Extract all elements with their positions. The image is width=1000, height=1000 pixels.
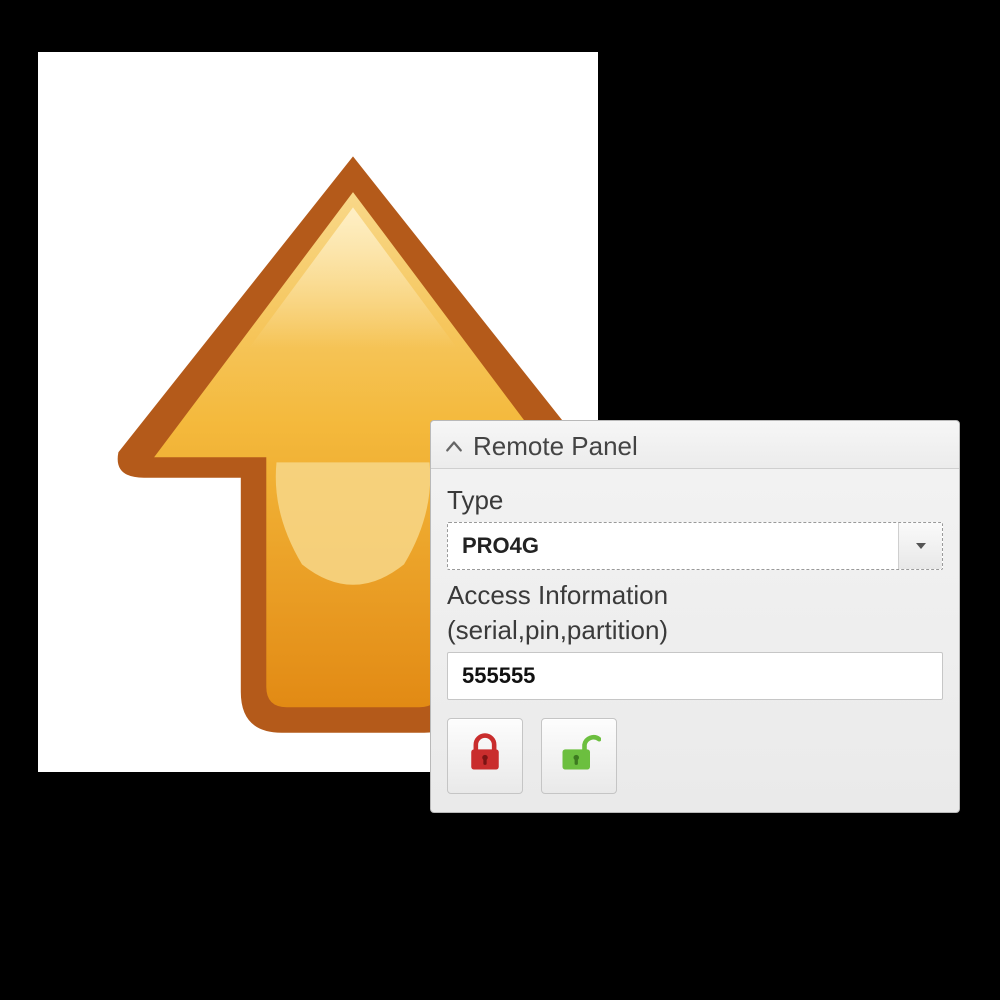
access-label-line2: (serial,pin,partition) — [447, 615, 943, 646]
panel-title: Remote Panel — [473, 431, 638, 462]
lock-icon — [463, 731, 507, 782]
type-label: Type — [447, 485, 943, 516]
panel-body: Type PRO4G Access Information (serial,pi… — [431, 469, 959, 812]
caret-down-icon — [898, 523, 942, 569]
type-select-value: PRO4G — [448, 533, 898, 559]
unlock-icon — [557, 731, 601, 782]
remote-panel: Remote Panel Type PRO4G Access Informati… — [430, 420, 960, 813]
unlock-button[interactable] — [541, 718, 617, 794]
access-info-input[interactable]: 555555 — [447, 652, 943, 700]
type-select[interactable]: PRO4G — [447, 522, 943, 570]
chevron-up-icon — [445, 438, 463, 456]
lock-button[interactable] — [447, 718, 523, 794]
button-row — [447, 718, 943, 794]
access-info-value: 555555 — [462, 663, 535, 689]
access-label-line1: Access Information — [447, 580, 943, 611]
panel-header[interactable]: Remote Panel — [431, 421, 959, 469]
